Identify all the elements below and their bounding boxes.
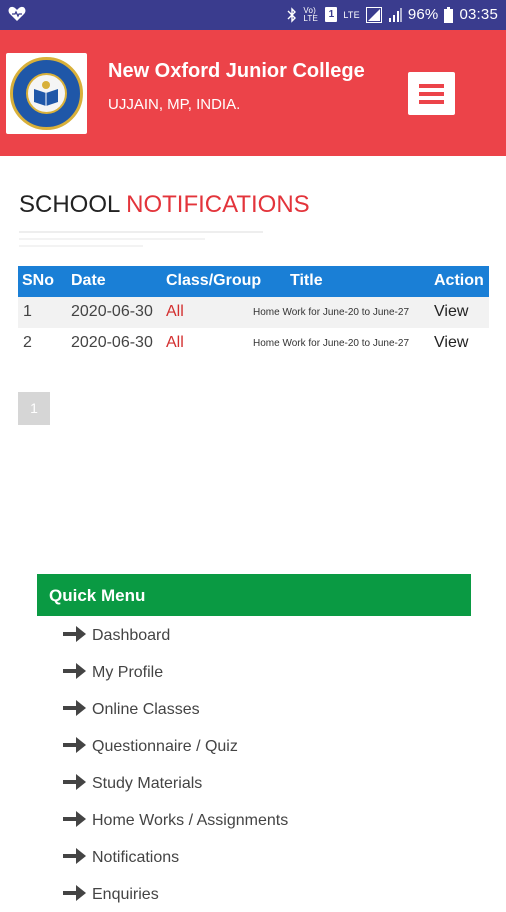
- cell-title: Home Work for June-20 to June-27: [253, 338, 410, 349]
- signal-icon-2: [388, 7, 402, 22]
- cell-sno: 2: [23, 334, 32, 351]
- battery-percent: 96%: [407, 6, 439, 23]
- arrow-right-icon: [63, 700, 86, 716]
- view-link[interactable]: View: [434, 334, 468, 352]
- cell-class-group: All: [166, 334, 184, 351]
- clock: 03:35: [459, 6, 498, 23]
- quick-menu-item-my-profile[interactable]: My Profile: [37, 653, 471, 690]
- quick-menu-item-label: Dashboard: [92, 627, 171, 644]
- title-divider: [19, 231, 263, 233]
- pagination-page-button[interactable]: 1: [18, 392, 50, 425]
- title-divider: [19, 238, 205, 240]
- lte-indicator: LTE: [343, 9, 360, 20]
- health-heart-icon: [8, 6, 26, 21]
- quick-menu-item-questionnaire-quiz[interactable]: Questionnaire / Quiz: [37, 727, 471, 764]
- battery-icon: [444, 6, 454, 23]
- logo-book-emblem: [26, 73, 67, 114]
- college-location: UJJAIN, MP, INDIA.: [108, 96, 241, 113]
- cell-title: Home Work for June-20 to June-27: [253, 307, 410, 318]
- header-title: Title: [290, 272, 323, 289]
- college-name: New Oxford Junior College: [108, 60, 365, 82]
- cell-class-group: All: [166, 303, 184, 320]
- arrow-right-icon: [63, 811, 86, 827]
- quick-menu: Quick Menu Dashboard My Profile Online Cla…: [37, 574, 471, 912]
- quick-menu-item-label: Home Works / Assignments: [92, 812, 289, 829]
- cell-sno: 1: [23, 303, 32, 320]
- signal-icon-1: [365, 6, 382, 23]
- arrow-right-icon: [63, 626, 86, 642]
- quick-menu-item-enquiries[interactable]: Enquiries: [37, 875, 471, 912]
- arrow-right-icon: [63, 737, 86, 753]
- view-link[interactable]: View: [434, 303, 468, 321]
- cell-date: 2020-06-30: [71, 334, 153, 351]
- status-bar: Vo) LTE 1 LTE 96% 03:35: [0, 0, 506, 30]
- cell-date: 2020-06-30: [71, 303, 153, 320]
- quick-menu-item-label: Study Materials: [92, 775, 203, 792]
- title-divider: [19, 245, 143, 247]
- quick-menu-item-study-materials[interactable]: Study Materials: [37, 764, 471, 801]
- bluetooth-icon: [287, 6, 297, 23]
- header-date: Date: [71, 272, 106, 289]
- book-icon: [34, 81, 58, 106]
- notifications-table: SNo Date Class/Group Title Action 1 2020…: [18, 266, 489, 359]
- page-title-plain: SCHOOL: [19, 191, 120, 218]
- quick-menu-item-label: Notifications: [92, 849, 180, 866]
- page-title: SCHOOL NOTIFICATIONS: [19, 191, 310, 219]
- arrow-right-icon: [63, 774, 86, 790]
- menu-bar-icon: [419, 92, 444, 96]
- sim-indicator: 1: [325, 7, 338, 22]
- quick-menu-item-label: My Profile: [92, 664, 164, 681]
- college-logo[interactable]: [6, 53, 87, 134]
- quick-menu-item-label: Online Classes: [92, 701, 200, 718]
- arrow-right-icon: [63, 885, 86, 901]
- quick-menu-item-label: Questionnaire / Quiz: [92, 738, 238, 755]
- app-header: New Oxford Junior College UJJAIN, MP, IN…: [0, 30, 506, 156]
- table-header: SNo Date Class/Group Title Action: [18, 266, 489, 297]
- quick-menu-item-dashboard[interactable]: Dashboard: [37, 616, 471, 653]
- menu-bar-icon: [419, 100, 444, 104]
- quick-menu-list: Dashboard My Profile Online Classes Questio…: [37, 616, 471, 912]
- header-action: Action: [434, 272, 484, 289]
- table-row: 1 2020-06-30 All Home Work for June-20 t…: [18, 297, 489, 328]
- quick-menu-item-home-works-assignments[interactable]: Home Works / Assignments: [37, 801, 471, 838]
- quick-menu-item-notifications[interactable]: Notifications: [37, 838, 471, 875]
- menu-bar-icon: [419, 84, 444, 88]
- hamburger-menu-button[interactable]: [408, 72, 455, 115]
- quick-menu-title: Quick Menu: [37, 574, 471, 616]
- quick-menu-item-label: Enquiries: [92, 886, 159, 903]
- volte-indicator: Vo) LTE: [303, 5, 319, 23]
- header-sno: SNo: [22, 272, 54, 289]
- arrow-right-icon: [63, 663, 86, 679]
- quick-menu-item-online-classes[interactable]: Online Classes: [37, 690, 471, 727]
- header-class-group: Class/Group: [166, 272, 262, 289]
- page-title-accent: NOTIFICATIONS: [126, 191, 310, 218]
- arrow-right-icon: [63, 848, 86, 864]
- table-row: 2 2020-06-30 All Home Work for June-20 t…: [18, 328, 489, 359]
